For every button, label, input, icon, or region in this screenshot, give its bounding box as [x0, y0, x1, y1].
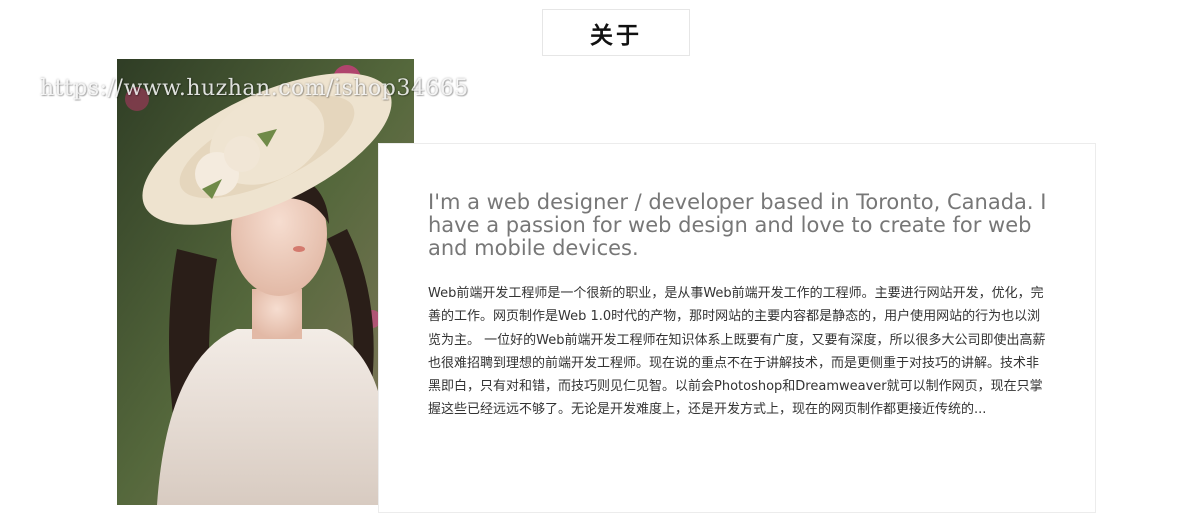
about-paragraph: Web前端开发工程师是一个很新的职业，是从事Web前端开发工作的工程师。主要进行… [428, 286, 1046, 418]
about-card: I'm a web designer / developer based in … [378, 143, 1096, 513]
section-title: 关于 [542, 9, 690, 56]
about-headline: I'm a web designer / developer based in … [428, 190, 1047, 260]
watermark-text: https://www.huzhan.com/ishop34665 [40, 76, 469, 101]
profile-photo [117, 59, 414, 505]
